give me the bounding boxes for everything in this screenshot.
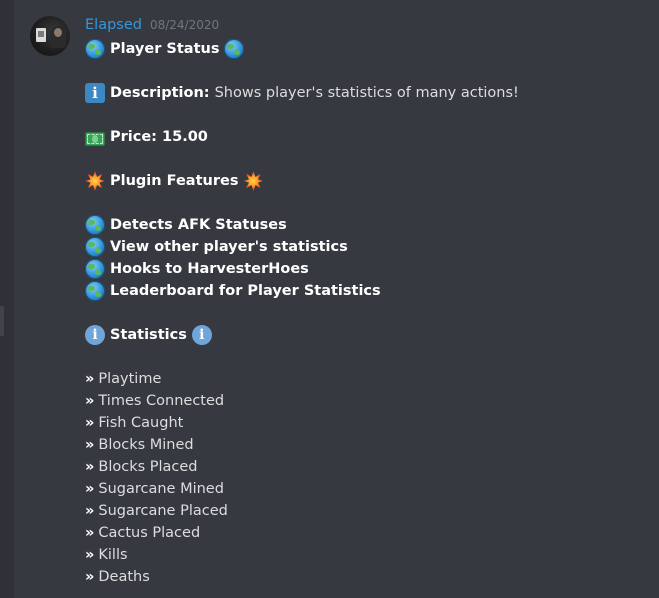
statistics-item: » Blocks Mined (85, 434, 655, 456)
statistics-item-label: Fish Caught (98, 415, 184, 431)
statistics-item: » Sugarcane Mined (85, 478, 655, 500)
statistics-item-label: Blocks Placed (98, 459, 198, 475)
avatar-monitor-detail (38, 31, 44, 37)
statistics-item: » Deaths (85, 566, 655, 588)
chat-view: Elapsed 08/24/2020 Player Status i Descr… (0, 0, 659, 598)
price-label: Price: 15.00 (110, 129, 208, 145)
globe-icon (85, 39, 105, 59)
information-circle-icon: i (191, 325, 212, 345)
globe-icon (85, 237, 105, 257)
statistics-item: » Sugarcane Placed (85, 500, 655, 522)
statistics-item-label: Deaths (98, 569, 150, 585)
bullet-glyph: » (85, 547, 95, 563)
features-heading: Plugin Features (110, 173, 239, 189)
statistics-item: » Blocks Placed (85, 456, 655, 478)
bullet-glyph: » (85, 525, 95, 541)
title-line: Player Status (85, 38, 655, 60)
feature-item: Leaderboard for Player Statistics (85, 280, 655, 302)
globe-icon (85, 215, 105, 235)
statistics-item: » Times Connected (85, 390, 655, 412)
statistics-item: » Playtime (85, 368, 655, 390)
price-line: Price: 15.00 (85, 126, 655, 148)
feature-item: Hooks to HarvesterHoes (85, 258, 655, 280)
bullet-glyph: » (85, 569, 95, 585)
globe-icon (85, 259, 105, 279)
message-title: Player Status (110, 41, 220, 57)
description-line: i Description: Shows player's statistics… (85, 82, 655, 104)
description-text: Shows player's statistics of many action… (214, 85, 519, 101)
globe-icon (224, 39, 245, 59)
collision-icon (243, 171, 264, 191)
bullet-glyph: » (85, 371, 95, 387)
feature-item-label: Detects AFK Statuses (110, 217, 287, 233)
username[interactable]: Elapsed (85, 17, 142, 33)
bullet-glyph: » (85, 481, 95, 497)
collision-icon (85, 171, 105, 191)
avatar-face-shape (54, 28, 62, 37)
feature-item-label: Leaderboard for Player Statistics (110, 283, 381, 299)
description-label: Description: (110, 85, 210, 101)
statistics-item-label: Sugarcane Placed (98, 503, 228, 519)
statistics-item-label: Cactus Placed (98, 525, 201, 541)
globe-icon (85, 281, 105, 301)
bullet-glyph: » (85, 415, 95, 431)
message-content: Player Status i Description: Shows playe… (85, 38, 655, 588)
scroll-indicator[interactable] (0, 306, 4, 336)
statistics-item: » Fish Caught (85, 412, 655, 434)
statistics-item-label: Blocks Mined (98, 437, 194, 453)
feature-item-label: Hooks to HarvesterHoes (110, 261, 309, 277)
statistics-item-label: Sugarcane Mined (98, 481, 224, 497)
bullet-glyph: » (85, 459, 95, 475)
statistics-item-label: Playtime (98, 371, 162, 387)
channel-sidebar-edge (0, 0, 14, 598)
information-circle-icon: i (85, 325, 105, 345)
information-icon: i (85, 83, 105, 103)
dollar-banknote-icon (85, 131, 105, 146)
feature-item: Detects AFK Statuses (85, 214, 655, 236)
avatar[interactable] (30, 16, 70, 56)
bullet-glyph: » (85, 437, 95, 453)
bullet-glyph: » (85, 393, 95, 409)
statistics-item: » Cactus Placed (85, 522, 655, 544)
statistics-heading: Statistics (110, 327, 187, 343)
timestamp[interactable]: 08/24/2020 (150, 18, 219, 32)
message-header: Elapsed 08/24/2020 (85, 17, 219, 37)
feature-item-label: View other player's statistics (110, 239, 348, 255)
feature-item: View other player's statistics (85, 236, 655, 258)
statistics-item-label: Kills (98, 547, 128, 563)
statistics-item: » Kills (85, 544, 655, 566)
statistics-heading-line: i Statistics i (85, 324, 655, 346)
features-heading-line: Plugin Features (85, 170, 655, 192)
chat-message: Elapsed 08/24/2020 Player Status i Descr… (14, 0, 659, 598)
statistics-item-label: Times Connected (98, 393, 225, 409)
bullet-glyph: » (85, 503, 95, 519)
